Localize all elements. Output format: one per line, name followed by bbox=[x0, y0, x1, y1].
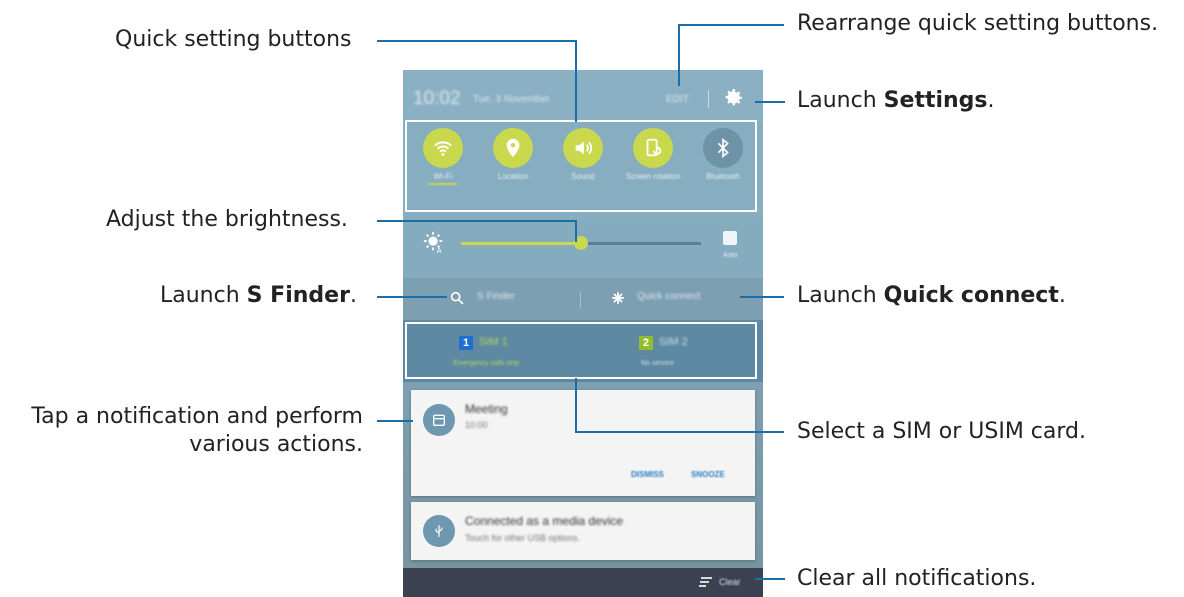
leader-line bbox=[575, 40, 577, 122]
annotation-quick-setting-buttons: Quick setting buttons bbox=[115, 27, 352, 52]
divider bbox=[708, 90, 709, 108]
svg-text:A: A bbox=[437, 246, 442, 253]
annotation-adjust-brightness: Adjust the brightness. bbox=[106, 207, 348, 232]
clear-button[interactable]: Clear bbox=[719, 577, 741, 587]
clear-icon[interactable] bbox=[699, 576, 713, 588]
dismiss-button[interactable]: DISMISS bbox=[631, 470, 664, 479]
auto-brightness-label: Auto bbox=[723, 252, 738, 259]
annotation-launch-settings: Launch Settings. bbox=[797, 88, 995, 113]
notification-usb[interactable]: Connected as a media device Touch for ot… bbox=[411, 502, 755, 560]
clock: 10:02 bbox=[413, 88, 461, 109]
date: Tue, 3 November bbox=[473, 94, 550, 105]
s-finder-button[interactable]: S Finder bbox=[477, 291, 515, 302]
brightness-icon: A bbox=[423, 231, 443, 253]
notification-meeting[interactable]: Meeting 10:00 DISMISS SNOOZE bbox=[411, 390, 755, 496]
auto-brightness-checkbox[interactable] bbox=[723, 231, 737, 245]
annotation-launch-sfinder: Launch S Finder. bbox=[160, 283, 357, 308]
notification-title: Meeting bbox=[465, 402, 508, 416]
notification-title: Connected as a media device bbox=[465, 514, 624, 528]
notification-subtitle: 10:00 bbox=[465, 420, 488, 430]
leader-line bbox=[377, 40, 577, 42]
leader-line bbox=[377, 296, 447, 298]
status-bar: 10:02 Tue, 3 November EDIT bbox=[403, 70, 763, 122]
quick-connect-button[interactable]: Quick connect bbox=[637, 291, 700, 302]
leader-line bbox=[575, 220, 577, 242]
annotation-launch-quick-connect: Launch Quick connect. bbox=[797, 283, 1066, 308]
sim-highlight bbox=[405, 322, 757, 379]
quick-settings-highlight bbox=[405, 120, 757, 212]
brightness-slider[interactable] bbox=[461, 236, 701, 250]
leader-line bbox=[755, 101, 785, 103]
divider bbox=[580, 292, 581, 308]
notification-subtitle: Touch for other USB options. bbox=[465, 533, 581, 543]
annotation-rearrange: Rearrange quick setting buttons. bbox=[797, 11, 1159, 36]
snooze-button[interactable]: SNOOZE bbox=[691, 470, 725, 479]
gear-icon[interactable] bbox=[721, 86, 745, 110]
annotation-clear-all: Clear all notifications. bbox=[797, 566, 1037, 591]
brightness-bar: A bbox=[403, 222, 763, 278]
brightness-fill bbox=[461, 242, 581, 245]
finder-row: S Finder Quick connect bbox=[403, 278, 763, 320]
leader-line bbox=[755, 578, 785, 580]
leader-line bbox=[575, 378, 577, 433]
leader-line bbox=[740, 296, 784, 298]
calendar-icon bbox=[423, 404, 455, 436]
leader-line bbox=[377, 220, 577, 222]
leader-line bbox=[680, 24, 784, 26]
leader-line bbox=[377, 420, 413, 422]
leader-line bbox=[678, 24, 680, 86]
leader-line bbox=[575, 431, 784, 433]
search-icon[interactable] bbox=[449, 290, 465, 306]
edit-button[interactable]: EDIT bbox=[666, 94, 689, 105]
annotation-select-sim: Select a SIM or USIM card. bbox=[797, 419, 1086, 444]
quick-connect-icon[interactable] bbox=[611, 291, 625, 305]
annotation-tap-notification: Tap a notification and perform various ac… bbox=[31, 404, 363, 457]
usb-icon bbox=[423, 515, 455, 547]
